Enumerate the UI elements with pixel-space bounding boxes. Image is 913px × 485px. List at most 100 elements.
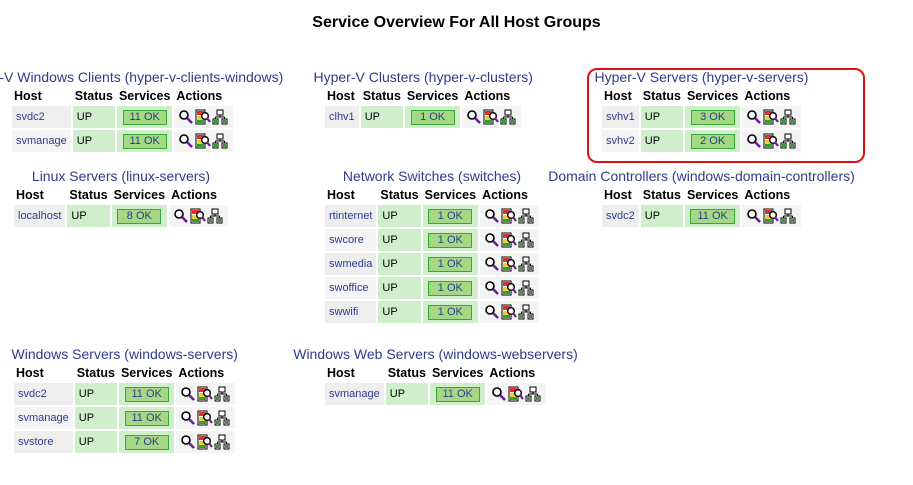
host-row: svhv1 UP 3 OK bbox=[602, 106, 802, 128]
host-services-icon[interactable] bbox=[501, 256, 517, 272]
hostgroup-name-link[interactable]: Network Switches bbox=[343, 168, 454, 184]
host-services-icon[interactable] bbox=[195, 133, 212, 149]
host-link[interactable]: swwifi bbox=[329, 306, 358, 318]
hostgroup-name-link[interactable]: Domain Controllers bbox=[548, 168, 668, 184]
magnifier-icon[interactable] bbox=[484, 208, 500, 224]
magnifier-icon[interactable] bbox=[180, 410, 196, 426]
network-map-icon[interactable] bbox=[212, 133, 228, 149]
hostgroup-name-link[interactable]: Hyper-V Windows Clients bbox=[0, 69, 121, 85]
network-map-icon[interactable] bbox=[500, 109, 516, 125]
hostgroup-table: Host Status Services Actions svmanage UP 11 OK bbox=[323, 363, 548, 407]
network-map-icon[interactable] bbox=[518, 280, 534, 296]
host-link[interactable]: svdc2 bbox=[18, 388, 47, 400]
host-services-icon[interactable] bbox=[483, 109, 500, 125]
services-ok-badge[interactable]: 1 OK bbox=[428, 304, 473, 320]
network-map-icon[interactable] bbox=[214, 410, 230, 426]
services-cell: 1 OK bbox=[422, 205, 479, 227]
services-ok-badge[interactable]: 3 OK bbox=[690, 109, 735, 125]
magnifier-icon[interactable] bbox=[180, 386, 196, 402]
host-services-icon[interactable] bbox=[190, 208, 206, 224]
network-map-icon[interactable] bbox=[780, 133, 796, 149]
magnifier-icon[interactable] bbox=[746, 133, 762, 149]
hostgroup-alias-link[interactable]: switches bbox=[463, 168, 517, 184]
services-ok-badge[interactable]: 11 OK bbox=[435, 386, 480, 402]
host-services-icon[interactable] bbox=[197, 386, 214, 402]
hostgroup-name-link[interactable]: Hyper-V Clusters bbox=[314, 69, 421, 85]
host-services-icon[interactable] bbox=[197, 410, 214, 426]
host-services-icon[interactable] bbox=[197, 434, 214, 450]
host-link[interactable]: clhv1 bbox=[329, 111, 355, 123]
magnifier-icon[interactable] bbox=[484, 232, 500, 248]
host-link[interactable]: rtinternet bbox=[329, 210, 372, 222]
host-link[interactable]: svmanage bbox=[329, 388, 380, 400]
host-services-icon[interactable] bbox=[763, 109, 780, 125]
network-map-icon[interactable] bbox=[780, 109, 796, 125]
hostgroup-alias-link[interactable]: hyper-v-clients-windows bbox=[129, 69, 278, 85]
magnifier-icon[interactable] bbox=[491, 386, 507, 402]
magnifier-icon[interactable] bbox=[178, 109, 194, 125]
services-ok-badge[interactable]: 1 OK bbox=[428, 280, 473, 296]
magnifier-icon[interactable] bbox=[173, 208, 189, 224]
hostgroup-alias-link[interactable]: linux-servers bbox=[126, 168, 205, 184]
host-services-icon[interactable] bbox=[195, 109, 212, 125]
host-services-icon[interactable] bbox=[501, 208, 517, 224]
hostgroup-alias-link[interactable]: hyper-v-clusters bbox=[429, 69, 529, 85]
network-map-icon[interactable] bbox=[780, 208, 796, 224]
magnifier-icon[interactable] bbox=[466, 109, 482, 125]
magnifier-icon[interactable] bbox=[746, 109, 762, 125]
hostgroup-name-link[interactable]: Hyper-V Servers bbox=[595, 69, 698, 85]
hostgroup-alias-link[interactable]: windows-webservers bbox=[443, 346, 573, 362]
network-map-icon[interactable] bbox=[518, 304, 534, 320]
magnifier-icon[interactable] bbox=[178, 133, 194, 149]
services-ok-badge[interactable]: 8 OK bbox=[117, 208, 162, 224]
host-services-icon[interactable] bbox=[501, 280, 517, 296]
services-ok-badge[interactable]: 11 OK bbox=[124, 386, 169, 402]
host-link[interactable]: svmanage bbox=[16, 135, 67, 147]
services-ok-badge[interactable]: 11 OK bbox=[122, 109, 167, 125]
network-map-icon[interactable] bbox=[525, 386, 541, 402]
hostgroup-alias-link[interactable]: hyper-v-servers bbox=[707, 69, 804, 85]
host-link[interactable]: swmedia bbox=[329, 258, 372, 270]
network-map-icon[interactable] bbox=[212, 109, 228, 125]
hostgroup-alias-link[interactable]: windows-domain-controllers bbox=[677, 168, 851, 184]
services-ok-badge[interactable]: 11 OK bbox=[122, 133, 167, 149]
host-services-icon[interactable] bbox=[501, 232, 517, 248]
actions-cell bbox=[742, 106, 802, 128]
host-services-icon[interactable] bbox=[501, 304, 517, 320]
host-link[interactable]: swcore bbox=[329, 234, 364, 246]
host-link[interactable]: localhost bbox=[18, 210, 61, 222]
magnifier-icon[interactable] bbox=[484, 256, 500, 272]
services-ok-badge[interactable]: 1 OK bbox=[428, 232, 473, 248]
host-link[interactable]: svhv1 bbox=[606, 111, 635, 123]
hostgroup-name-link[interactable]: Linux Servers bbox=[32, 168, 118, 184]
network-map-icon[interactable] bbox=[214, 434, 230, 450]
hostgroup-alias-link[interactable]: windows-servers bbox=[129, 346, 233, 362]
services-ok-badge[interactable]: 11 OK bbox=[124, 410, 169, 426]
host-link[interactable]: svmanage bbox=[18, 412, 69, 424]
host-services-icon[interactable] bbox=[508, 386, 525, 402]
hostgroup-name-link[interactable]: Windows Web Servers bbox=[293, 346, 434, 362]
host-link[interactable]: swoffice bbox=[329, 282, 369, 294]
magnifier-icon[interactable] bbox=[484, 304, 500, 320]
host-link[interactable]: svdc2 bbox=[606, 210, 635, 222]
hostgroup-name-link[interactable]: Windows Servers bbox=[12, 346, 121, 362]
services-ok-badge[interactable]: 7 OK bbox=[124, 434, 169, 450]
services-ok-badge[interactable]: 11 OK bbox=[690, 208, 735, 224]
host-services-icon[interactable] bbox=[763, 133, 780, 149]
magnifier-icon[interactable] bbox=[746, 208, 762, 224]
host-services-icon[interactable] bbox=[763, 208, 780, 224]
magnifier-icon[interactable] bbox=[180, 434, 196, 450]
services-ok-badge[interactable]: 1 OK bbox=[428, 256, 473, 272]
magnifier-icon[interactable] bbox=[484, 280, 500, 296]
network-map-icon[interactable] bbox=[518, 256, 534, 272]
network-map-icon[interactable] bbox=[518, 232, 534, 248]
network-map-icon[interactable] bbox=[207, 208, 223, 224]
services-ok-badge[interactable]: 1 OK bbox=[428, 208, 473, 224]
services-ok-badge[interactable]: 1 OK bbox=[410, 109, 455, 125]
host-link[interactable]: svdc2 bbox=[16, 111, 45, 123]
host-link[interactable]: svstore bbox=[18, 436, 53, 448]
network-map-icon[interactable] bbox=[214, 386, 230, 402]
host-link[interactable]: svhv2 bbox=[606, 135, 635, 147]
services-ok-badge[interactable]: 2 OK bbox=[690, 133, 735, 149]
network-map-icon[interactable] bbox=[518, 208, 534, 224]
